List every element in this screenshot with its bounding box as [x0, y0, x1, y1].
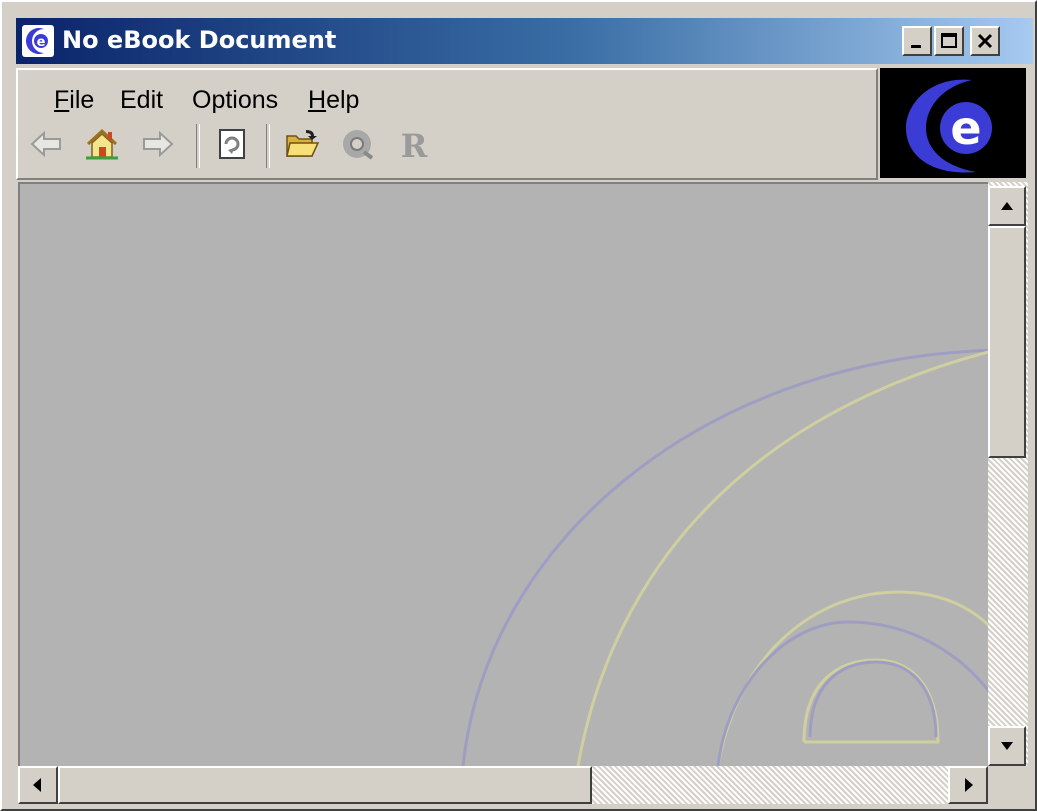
maximize-button[interactable]	[934, 26, 964, 56]
scroll-right-button[interactable]	[948, 766, 988, 804]
minimize-icon	[911, 45, 921, 48]
e-logo-icon: e	[880, 68, 1026, 178]
refresh-page-icon[interactable]	[214, 126, 250, 162]
menu-options[interactable]: Options	[192, 86, 278, 115]
minimize-button[interactable]	[902, 26, 932, 56]
scroll-left-button[interactable]	[18, 766, 58, 804]
scroll-down-button[interactable]	[988, 726, 1026, 766]
scroll-up-button[interactable]	[988, 186, 1026, 226]
menu-edit[interactable]: Edit	[120, 86, 163, 115]
arrow-down-icon	[1001, 742, 1013, 750]
back-arrow-icon[interactable]	[28, 126, 64, 162]
toolbar-separator	[266, 124, 270, 168]
forward-arrow-icon[interactable]	[140, 126, 176, 162]
title-bar[interactable]: e No eBook Document	[16, 18, 1033, 64]
home-icon[interactable]	[84, 126, 120, 162]
window-title: No eBook Document	[62, 26, 337, 54]
svg-text:e: e	[37, 35, 46, 50]
svg-text:R: R	[401, 127, 428, 162]
app-window: e No eBook Document File Edit Options He…	[0, 0, 1037, 811]
toolbar-separator	[196, 124, 200, 168]
background-watermark	[461, 349, 988, 766]
menu-toolbar-area: File Edit Options Help R	[16, 68, 878, 180]
arrow-right-icon	[965, 778, 973, 792]
arrow-left-icon	[33, 778, 41, 792]
close-icon	[977, 33, 993, 49]
disc-icon[interactable]	[340, 126, 376, 162]
close-button[interactable]	[970, 26, 1000, 56]
svg-text:e: e	[950, 101, 981, 155]
vertical-scrollbar[interactable]	[988, 182, 1028, 766]
open-folder-icon[interactable]	[284, 126, 320, 162]
app-logo-icon: e	[22, 25, 54, 57]
menu-file[interactable]: File	[54, 86, 94, 115]
document-viewport[interactable]	[18, 182, 988, 766]
rights-icon[interactable]: R	[396, 126, 432, 162]
horizontal-scroll-thumb[interactable]	[58, 766, 592, 804]
horizontal-scrollbar[interactable]	[18, 766, 988, 804]
vertical-scroll-thumb[interactable]	[988, 226, 1026, 458]
maximize-icon	[941, 33, 957, 48]
arrow-up-icon	[1001, 202, 1013, 210]
menu-help[interactable]: Help	[308, 86, 359, 115]
scrollbar-corner	[988, 766, 1028, 804]
